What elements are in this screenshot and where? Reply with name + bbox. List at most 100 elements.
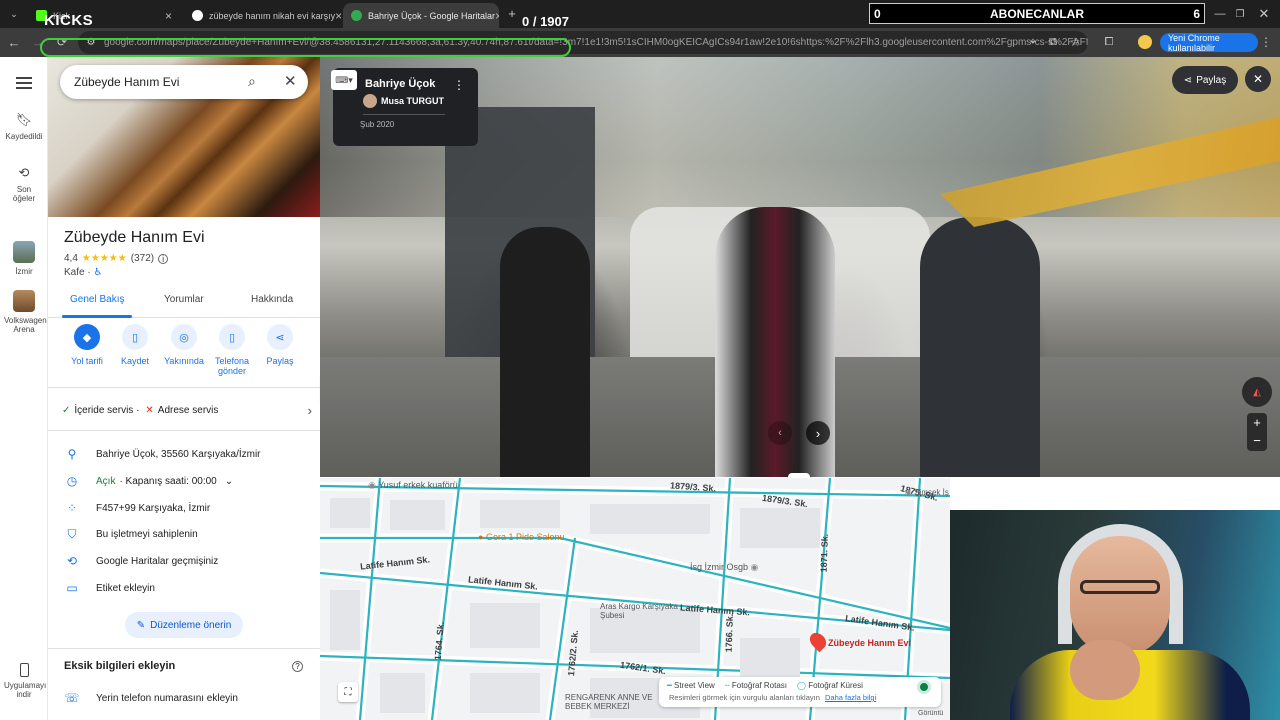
add-phone-row[interactable]: ☏ Yerin telefon numarasını ekleyin xyxy=(48,685,320,711)
nearby-button[interactable]: ◎ Yakınında xyxy=(158,324,210,366)
share-icon: ⋖ xyxy=(267,324,293,350)
address-row[interactable]: ⚲ Bahriye Üçok, 35560 Karşıyaka/İzmir xyxy=(48,441,320,467)
selected-place-label[interactable]: Zübeyde Hanım Evi xyxy=(828,638,911,648)
search-icon[interactable]: ⌕ xyxy=(248,73,256,90)
new-tab-icon[interactable]: + xyxy=(505,5,519,21)
compass-icon[interactable]: ◭ xyxy=(1242,377,1272,407)
back-icon[interactable]: ← xyxy=(6,34,22,50)
legend-toggle[interactable] xyxy=(917,680,931,694)
place-label-simsek[interactable]: ◉ Şimşek İş Merkez xyxy=(905,488,950,497)
rail-saved[interactable]: 🔖︎ Kaydedildi xyxy=(0,112,48,141)
maps-history-row[interactable]: ⟲ Google Haritalar geçmişiniz xyxy=(48,548,320,574)
tab-label: zübeyde hanım nikah evi karşıy xyxy=(209,10,336,21)
legend-photo-route: ╌ Fotoğraf Rotası xyxy=(724,681,787,690)
window-close-icon[interactable]: ✕ xyxy=(1256,6,1272,22)
tab-google-maps[interactable]: Bahriye Üçok - Google Haritalar × xyxy=(343,3,499,28)
sub-goal-left: 0 xyxy=(874,6,881,21)
open-status: Açık xyxy=(96,475,116,487)
zoom-in-button[interactable]: + xyxy=(1247,413,1267,432)
search-input[interactable]: Zübeyde Hanım Evi ⌕ ✕ xyxy=(60,65,308,99)
maps-left-rail: 🔖︎ Kaydedildi ⟲ Son öğeler İzmir Volkswa… xyxy=(0,57,48,720)
directions-label: Yol tarifi xyxy=(71,356,103,366)
place-label-barber[interactable]: ◉ Yusuf erkek kuaförü xyxy=(368,480,458,491)
rail-volkswagen[interactable]: Volkswagen Arena xyxy=(0,290,48,334)
place-label-osgb[interactable]: İsg İzmir Osgb ◉ xyxy=(690,562,758,573)
sub-goal-right: 6 xyxy=(1193,6,1200,21)
share-button[interactable]: ⋖ Paylaş xyxy=(1172,66,1238,94)
learn-more-link[interactable]: Daha fazla bilgi xyxy=(825,693,876,702)
save-button[interactable]: ▯ Kaydet xyxy=(109,324,161,366)
keyboard-icon[interactable]: ⌨︎▾ xyxy=(331,70,357,90)
close-icon[interactable]: × xyxy=(335,9,342,23)
claim-text: Bu işletmeyi sahiplenin xyxy=(96,528,198,540)
tab-overview[interactable]: Genel Bakış xyxy=(70,294,124,305)
hours-row[interactable]: ◷ Açık · Kapanış saati: 00:00 ⌄ xyxy=(48,468,320,494)
clear-search-icon[interactable]: ✕ xyxy=(284,72,297,90)
suggest-edit-label: Düzenleme önerin xyxy=(150,619,232,631)
share-icon: ⋖ xyxy=(1183,74,1193,86)
rail-apps-label: Uygulamayı indir xyxy=(4,681,47,699)
izmir-thumb xyxy=(13,241,35,263)
tab-reviews[interactable]: Yorumlar xyxy=(164,294,204,305)
street-view-info-card: ⌨︎▾ Bahriye Üçok ⋮ Musa TURGUT Şub 2020 xyxy=(331,68,478,146)
install-app-icon[interactable]: ⧉ xyxy=(1046,34,1060,50)
tab-search-icon[interactable]: ⌄ xyxy=(6,6,22,22)
rail-volkswagen-label: Volkswagen Arena xyxy=(4,316,47,334)
share-button[interactable]: ⋖ Paylaş xyxy=(254,324,306,366)
legend-note: Resimleri görmek için vurgulu alanları t… xyxy=(669,693,820,702)
bookmark-icon: 🔖︎ xyxy=(15,112,33,127)
stream-overlay-counter: 0 / 1907 xyxy=(522,14,569,29)
sv-place-name[interactable]: Bahriye Üçok xyxy=(365,78,435,90)
chevron-right-icon: › xyxy=(307,403,312,418)
review-count[interactable]: (372) xyxy=(131,253,154,264)
sv-more-icon[interactable]: ⋮ xyxy=(453,78,465,92)
chrome-menu-icon[interactable]: ⋮ xyxy=(1260,34,1272,50)
chrome-update-chip[interactable]: Yeni Chrome kullanılabilir xyxy=(1160,33,1258,53)
map-attribution: Görüntü xyxy=(918,710,944,717)
extensions-icon[interactable]: ⧠ xyxy=(1102,34,1116,50)
sv-author[interactable]: Musa TURGUT xyxy=(381,96,444,106)
tab-search-results[interactable]: zübeyde hanım nikah evi karşıy × xyxy=(184,3,342,28)
category-label[interactable]: Kafe · xyxy=(64,267,91,278)
glasses-shape xyxy=(1080,580,1160,594)
profile-avatar[interactable] xyxy=(1138,35,1152,49)
next-photo-button[interactable]: › xyxy=(806,421,830,445)
directions-button[interactable]: ◆ Yol tarifi xyxy=(61,324,113,366)
rail-recent-label: Son öğeler xyxy=(12,185,36,203)
place-label-pide[interactable]: ● Gora 1 Pide Salonu xyxy=(478,532,565,542)
place-label-aras[interactable]: Aras Kargo Karşıyaka Şubesi xyxy=(600,602,680,620)
legend-row: ━ Street View ╌ Fotoğraf Rotası ◯ Fotoğr… xyxy=(667,681,863,690)
location-icon[interactable]: ⌖ xyxy=(1026,34,1040,50)
zoom-out-button[interactable]: − xyxy=(1247,432,1267,451)
place-tabs: Genel Bakış Yorumlar Hakkında xyxy=(48,290,320,318)
close-street-view-button[interactable]: ✕ xyxy=(1245,66,1271,92)
volkswagen-thumb xyxy=(13,290,35,312)
rail-download-app[interactable]: Uygulamayı indir xyxy=(0,663,48,699)
browser-tab-bar: ⌄ Kick × zübeyde hanım nikah evi karşıy … xyxy=(0,0,1280,29)
tab-about[interactable]: Hakkında xyxy=(251,294,293,305)
close-icon[interactable]: × xyxy=(165,9,172,23)
subscriber-goal-box: 0 ABONECANLAR 6 xyxy=(869,3,1205,24)
pluscode-text: F457+99 Karşıyaka, İzmir xyxy=(96,502,211,514)
info-icon[interactable]: i xyxy=(158,253,169,264)
restore-icon[interactable]: ❐ xyxy=(1232,6,1248,22)
pluscode-row[interactable]: ⁘ F457+99 Karşıyaka, İzmir xyxy=(48,495,320,521)
send-to-phone-button[interactable]: ▯ Telefona gönder xyxy=(206,324,258,376)
help-icon[interactable]: ? xyxy=(292,661,303,672)
face-shape xyxy=(1070,536,1170,656)
close-icon[interactable]: × xyxy=(495,9,499,23)
rail-recent[interactable]: ⟲ Son öğeler xyxy=(0,165,48,203)
prev-photo-button[interactable]: ‹ xyxy=(768,421,792,445)
bookmark-star-icon[interactable]: ☆ xyxy=(1068,34,1082,50)
add-label-row[interactable]: ▭ Etiket ekleyin xyxy=(48,575,320,601)
fullscreen-icon[interactable]: ⛶ xyxy=(338,682,358,702)
send-to-phone-icon: ▯ xyxy=(219,324,245,350)
menu-icon[interactable] xyxy=(16,77,32,89)
place-title: Zübeyde Hanım Evi xyxy=(64,229,205,246)
minimize-icon[interactable]: — xyxy=(1212,6,1228,22)
save-label: Kaydet xyxy=(120,356,150,366)
rail-izmir[interactable]: İzmir xyxy=(0,241,48,276)
suggest-edit-button[interactable]: ✎ Düzenleme önerin xyxy=(125,612,243,638)
claim-business-row[interactable]: ⛉ Bu işletmeyi sahiplenin xyxy=(48,521,320,547)
service-options-row[interactable]: ✓ İçeride servis · ✕ Adrese servis › xyxy=(62,403,312,418)
